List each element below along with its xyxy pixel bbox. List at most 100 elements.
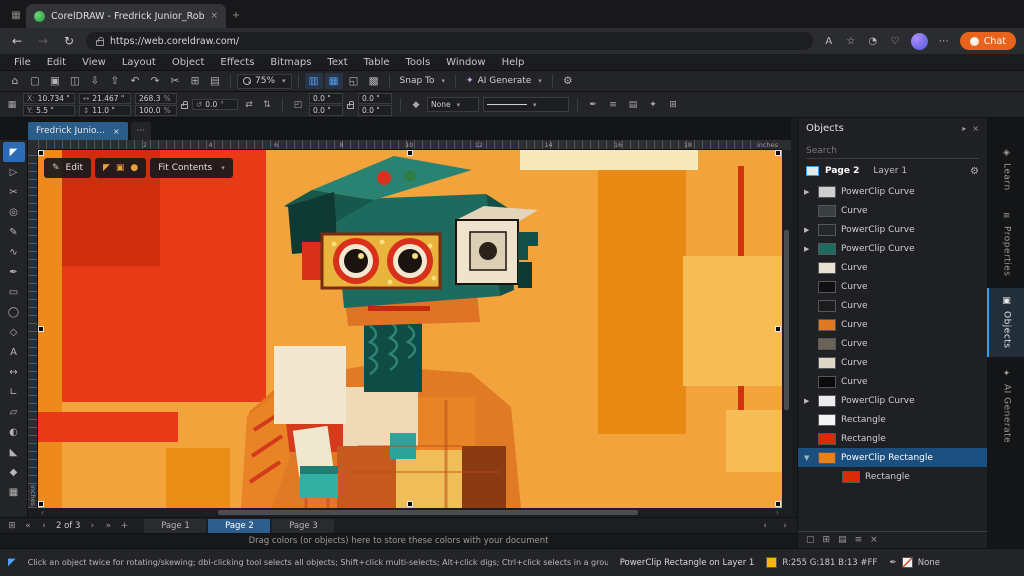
redo-icon[interactable]: ↷ — [146, 73, 164, 89]
rectangle-tool[interactable]: ▭ — [3, 282, 25, 302]
x-position-field[interactable]: X: 10.734 " — [23, 93, 75, 104]
forward-icon[interactable]: → — [34, 34, 52, 48]
zoom-level-dropdown[interactable]: 75% — [237, 74, 292, 89]
object-list-item[interactable]: Curve — [798, 315, 987, 334]
line-style-dropdown[interactable] — [483, 97, 569, 112]
crop-tool[interactable]: ✂ — [3, 182, 25, 202]
more-options-icon[interactable]: ⊞ — [666, 98, 680, 112]
selection-handle[interactable] — [407, 150, 413, 156]
object-height-field[interactable]: ↕ 11.0 " — [79, 105, 131, 116]
transparency-tool[interactable]: ◐ — [3, 422, 25, 442]
selection-handle[interactable] — [38, 150, 44, 156]
object-list-item[interactable]: Rectangle — [798, 429, 987, 448]
page-view-icon[interactable]: ▥ — [305, 73, 323, 89]
expand-arrow-icon[interactable] — [804, 454, 813, 462]
tab-ai-generate[interactable]: ✦ AI Generate — [987, 361, 1024, 451]
new-layer-icon[interactable]: ▤ — [838, 535, 847, 545]
y-position-field[interactable]: Y: 5.5 " — [23, 105, 75, 116]
ruler-origin[interactable] — [28, 140, 38, 150]
menu-item[interactable]: Object — [164, 57, 213, 68]
object-position-widget[interactable]: ▦ — [5, 98, 19, 112]
page-tab[interactable]: Page 1 — [144, 519, 206, 533]
settings-gear-icon[interactable]: ⚙ — [559, 73, 577, 89]
selection-handle[interactable] — [407, 501, 413, 507]
expand-arrow-icon[interactable] — [804, 397, 813, 405]
outline-pen-icon[interactable]: ✒ — [586, 98, 600, 112]
mirror-horizontal-icon[interactable]: ⇄ — [242, 98, 256, 112]
object-list-item[interactable]: PowerClip Curve — [798, 239, 987, 258]
open-icon[interactable]: ▣ — [46, 73, 64, 89]
vertical-scrollbar[interactable] — [782, 150, 791, 508]
refresh-icon[interactable]: ↻ — [60, 34, 78, 48]
mesh-fill-tool[interactable]: ▦ — [3, 482, 25, 502]
multipage-view-icon[interactable]: ▦ — [325, 73, 343, 89]
read-aloud-icon[interactable]: A — [821, 36, 837, 47]
selection-handle[interactable] — [38, 326, 44, 332]
next-page-icon[interactable]: › — [86, 521, 98, 531]
new-object-icon[interactable]: ▢ — [806, 535, 815, 545]
corner-br-field[interactable]: 0.0 " — [358, 105, 392, 116]
text-tool[interactable]: A — [3, 342, 25, 362]
order-icon[interactable]: ▤ — [626, 98, 640, 112]
chat-button[interactable]: Chat — [960, 32, 1016, 50]
object-list-item[interactable]: Curve — [798, 258, 987, 277]
eyedropper-tool[interactable]: ◣ — [3, 442, 25, 462]
effects-icon[interactable]: ✦ — [646, 98, 660, 112]
outline-width-dropdown[interactable]: None — [427, 97, 479, 112]
selection-handle[interactable] — [38, 501, 44, 507]
ai-generate-dropdown[interactable]: ✦ AI Generate — [462, 76, 546, 86]
interactive-fill-tool[interactable]: ◆ — [3, 462, 25, 482]
new-document-icon[interactable]: ▢ — [26, 73, 44, 89]
select-contents-icon[interactable]: ◤ — [103, 163, 110, 173]
paste-icon[interactable]: ▤ — [206, 73, 224, 89]
menu-item[interactable]: Edit — [39, 57, 74, 68]
menu-item[interactable]: Layout — [114, 57, 164, 68]
object-list-item[interactable]: Curve — [798, 353, 987, 372]
scale-lock-icon[interactable] — [181, 104, 188, 109]
pick-tool[interactable]: ◤ — [3, 142, 25, 162]
previous-page-icon[interactable]: ‹ — [38, 521, 50, 531]
color-palette-hint[interactable]: Drag colors (or objects) here to store t… — [0, 533, 797, 548]
expand-arrow-icon[interactable] — [804, 226, 813, 234]
corner-bl-field[interactable]: 0.0 " — [309, 105, 343, 116]
edit-contents-button[interactable]: ✎ Edit — [44, 158, 91, 178]
connector-tool[interactable]: ∟ — [3, 382, 25, 402]
lock-contents-icon[interactable]: ● — [130, 163, 138, 173]
tab-objects[interactable]: ▣ Objects — [987, 288, 1024, 357]
document-tab[interactable]: Fredrick Junio... × — [28, 122, 128, 140]
add-page-icon[interactable]: + — [118, 521, 130, 531]
document-tab-overflow-icon[interactable]: ⋯ — [131, 122, 151, 140]
menu-item[interactable]: Window — [438, 57, 493, 68]
profile-avatar[interactable] — [911, 33, 928, 50]
object-list-item[interactable]: PowerClip Curve — [798, 391, 987, 410]
artistic-media-tool[interactable]: ∿ — [3, 242, 25, 262]
panel-close-icon[interactable]: × — [972, 124, 979, 133]
menu-item[interactable]: View — [74, 57, 114, 68]
panel-collapse-icon[interactable]: ▸ — [962, 124, 966, 133]
export-icon[interactable]: ⇧ — [106, 73, 124, 89]
scale-v-field[interactable]: 100.0 % — [135, 105, 177, 116]
line-settings-icon[interactable]: ≡ — [606, 98, 620, 112]
menu-item[interactable]: File — [6, 57, 39, 68]
drawing-canvas[interactable]: ✎ Edit ◤▣● Fit Contents — [38, 150, 782, 508]
corner-link-icon[interactable] — [347, 104, 354, 109]
new-group-icon[interactable]: ⊞ — [823, 535, 831, 545]
back-icon[interactable]: ← — [8, 34, 26, 48]
drop-shadow-tool[interactable]: ▱ — [3, 402, 25, 422]
object-list-item[interactable]: Curve — [798, 372, 987, 391]
object-list-item[interactable]: PowerClip Curve — [798, 182, 987, 201]
import-icon[interactable]: ⇩ — [86, 73, 104, 89]
extensions-icon[interactable]: ◔ — [865, 36, 881, 47]
shape-tool[interactable]: ▷ — [3, 162, 25, 182]
scale-h-field[interactable]: 268.3 % — [135, 93, 177, 104]
expand-arrow-icon[interactable] — [804, 245, 813, 253]
expand-arrow-icon[interactable] — [804, 188, 813, 196]
cut-icon[interactable]: ✂ — [166, 73, 184, 89]
layer-options-gear-icon[interactable]: ⚙ — [970, 166, 979, 177]
fill-color-indicator[interactable]: R:255 G:181 B:13 #FF — [766, 557, 877, 568]
object-list-item[interactable]: Curve — [798, 296, 987, 315]
scroll-tabs-left-icon[interactable]: ‹ — [759, 521, 771, 531]
selection-handle[interactable] — [775, 501, 781, 507]
horizontal-ruler[interactable]: 24681012141618 inches — [38, 140, 782, 150]
object-options-icon[interactable]: ≡ — [855, 535, 863, 545]
